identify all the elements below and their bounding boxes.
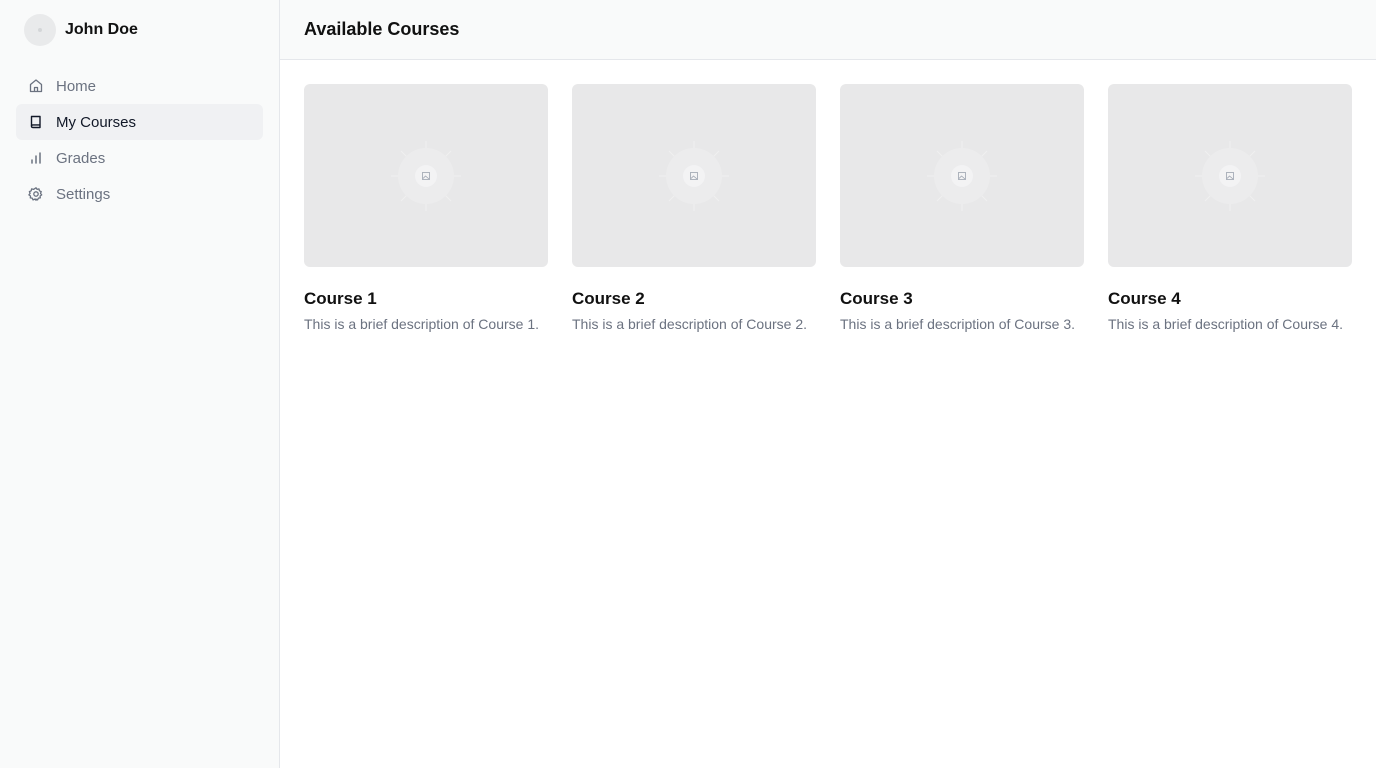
sidebar-nav: Home My Courses Grades Settings: [16, 68, 263, 212]
course-description: This is a brief description of Course 2.: [572, 316, 807, 332]
home-icon: [28, 78, 44, 94]
avatar[interactable]: [24, 14, 56, 46]
course-thumbnail[interactable]: [572, 84, 816, 267]
user-profile[interactable]: John Doe: [16, 14, 263, 46]
image-placeholder-icon: [1219, 164, 1241, 187]
course-card[interactable]: Course 2 This is a brief description of …: [572, 84, 816, 334]
course-description: This is a brief description of Course 4.: [1108, 316, 1343, 332]
user-name: John Doe: [65, 21, 138, 38]
image-placeholder-icon: [951, 164, 973, 187]
course-card[interactable]: Course 3 This is a brief description of …: [840, 84, 1084, 334]
sidebar: John Doe Home My Courses Grades Settings: [0, 0, 280, 768]
image-placeholder-icon: [683, 164, 705, 187]
sidebar-item-settings[interactable]: Settings: [16, 176, 263, 212]
app-root: John Doe Home My Courses Grades Settings…: [0, 0, 1376, 768]
course-thumbnail[interactable]: [1108, 84, 1352, 267]
main-content: Available Courses Course 1 This is a bri…: [280, 0, 1376, 768]
avatar-placeholder-icon: [38, 28, 42, 32]
course-title[interactable]: Course 1: [304, 288, 548, 310]
sidebar-item-label: My Courses: [56, 113, 137, 131]
course-title[interactable]: Course 4: [1108, 288, 1352, 310]
sidebar-item-label: Home: [56, 77, 97, 95]
sidebar-item-label: Settings: [56, 185, 111, 203]
course-thumbnail[interactable]: [304, 84, 548, 267]
course-card[interactable]: Course 4 This is a brief description of …: [1108, 84, 1352, 334]
course-card[interactable]: Course 1 This is a brief description of …: [304, 84, 548, 334]
page-title: Available Courses: [304, 19, 460, 39]
course-thumbnail[interactable]: [840, 84, 1084, 267]
image-placeholder-icon: [415, 164, 437, 187]
course-list: Course 1 This is a brief description of …: [280, 60, 1376, 358]
sidebar-item-home[interactable]: Home: [16, 68, 263, 104]
course-title[interactable]: Course 2: [572, 288, 816, 310]
page-header: Available Courses: [280, 0, 1376, 60]
sidebar-item-label: Grades: [56, 149, 106, 167]
course-grid: Course 1 This is a brief description of …: [304, 84, 1352, 334]
sidebar-item-grades[interactable]: Grades: [16, 140, 263, 176]
book-icon: [28, 114, 44, 130]
bar-chart-icon: [28, 150, 44, 166]
gear-icon: [28, 186, 44, 202]
course-description: This is a brief description of Course 1.: [304, 316, 539, 332]
sidebar-item-my-courses[interactable]: My Courses: [16, 104, 263, 140]
course-description: This is a brief description of Course 3.: [840, 316, 1075, 332]
course-title[interactable]: Course 3: [840, 288, 1084, 310]
